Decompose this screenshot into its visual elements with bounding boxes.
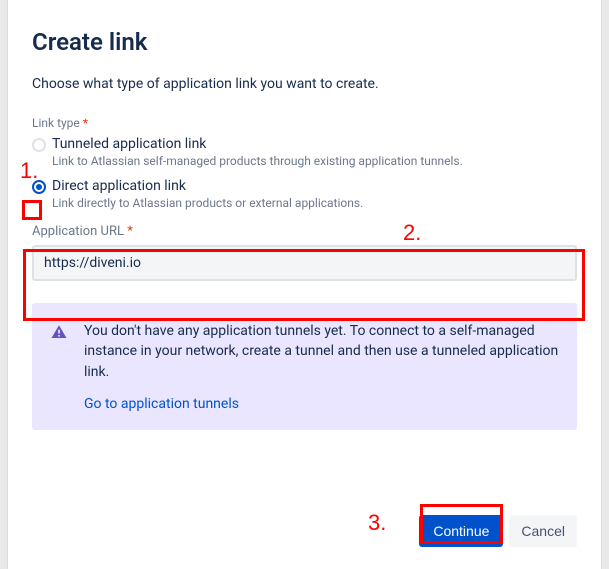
continue-button[interactable]: Continue xyxy=(419,515,503,547)
notice-text: You don't have any application tunnels y… xyxy=(84,321,559,382)
link-type-label: Link type * xyxy=(32,116,577,130)
application-url-group: Application URL * xyxy=(32,224,577,281)
cancel-button[interactable]: Cancel xyxy=(509,515,577,547)
radio-tunneled[interactable]: Tunneled application link Link to Atlass… xyxy=(32,136,577,168)
radio-tunneled-desc: Link to Atlassian self-managed products … xyxy=(52,154,577,168)
modal-title: Create link xyxy=(32,28,577,56)
radio-tunneled-title: Tunneled application link xyxy=(52,136,577,152)
application-url-label: Application URL * xyxy=(32,224,577,239)
warning-icon xyxy=(50,323,68,345)
application-url-input[interactable] xyxy=(32,245,577,281)
modal-subtitle: Choose what type of application link you… xyxy=(32,76,577,92)
create-link-modal: Create link Choose what type of applicat… xyxy=(8,0,601,569)
radio-direct[interactable]: Direct application link Link directly to… xyxy=(32,178,577,210)
modal-footer: Continue Cancel xyxy=(419,515,577,547)
radio-input-direct[interactable] xyxy=(32,180,46,194)
radio-direct-desc: Link directly to Atlassian products or e… xyxy=(52,196,577,210)
radio-input-tunneled[interactable] xyxy=(32,138,46,152)
tunnels-notice: You don't have any application tunnels y… xyxy=(32,303,577,430)
required-asterisk: * xyxy=(83,116,88,130)
go-to-tunnels-link[interactable]: Go to application tunnels xyxy=(84,396,239,412)
radio-direct-title: Direct application link xyxy=(52,178,577,194)
link-type-radio-group: Tunneled application link Link to Atlass… xyxy=(32,136,577,210)
required-asterisk: * xyxy=(127,224,133,239)
